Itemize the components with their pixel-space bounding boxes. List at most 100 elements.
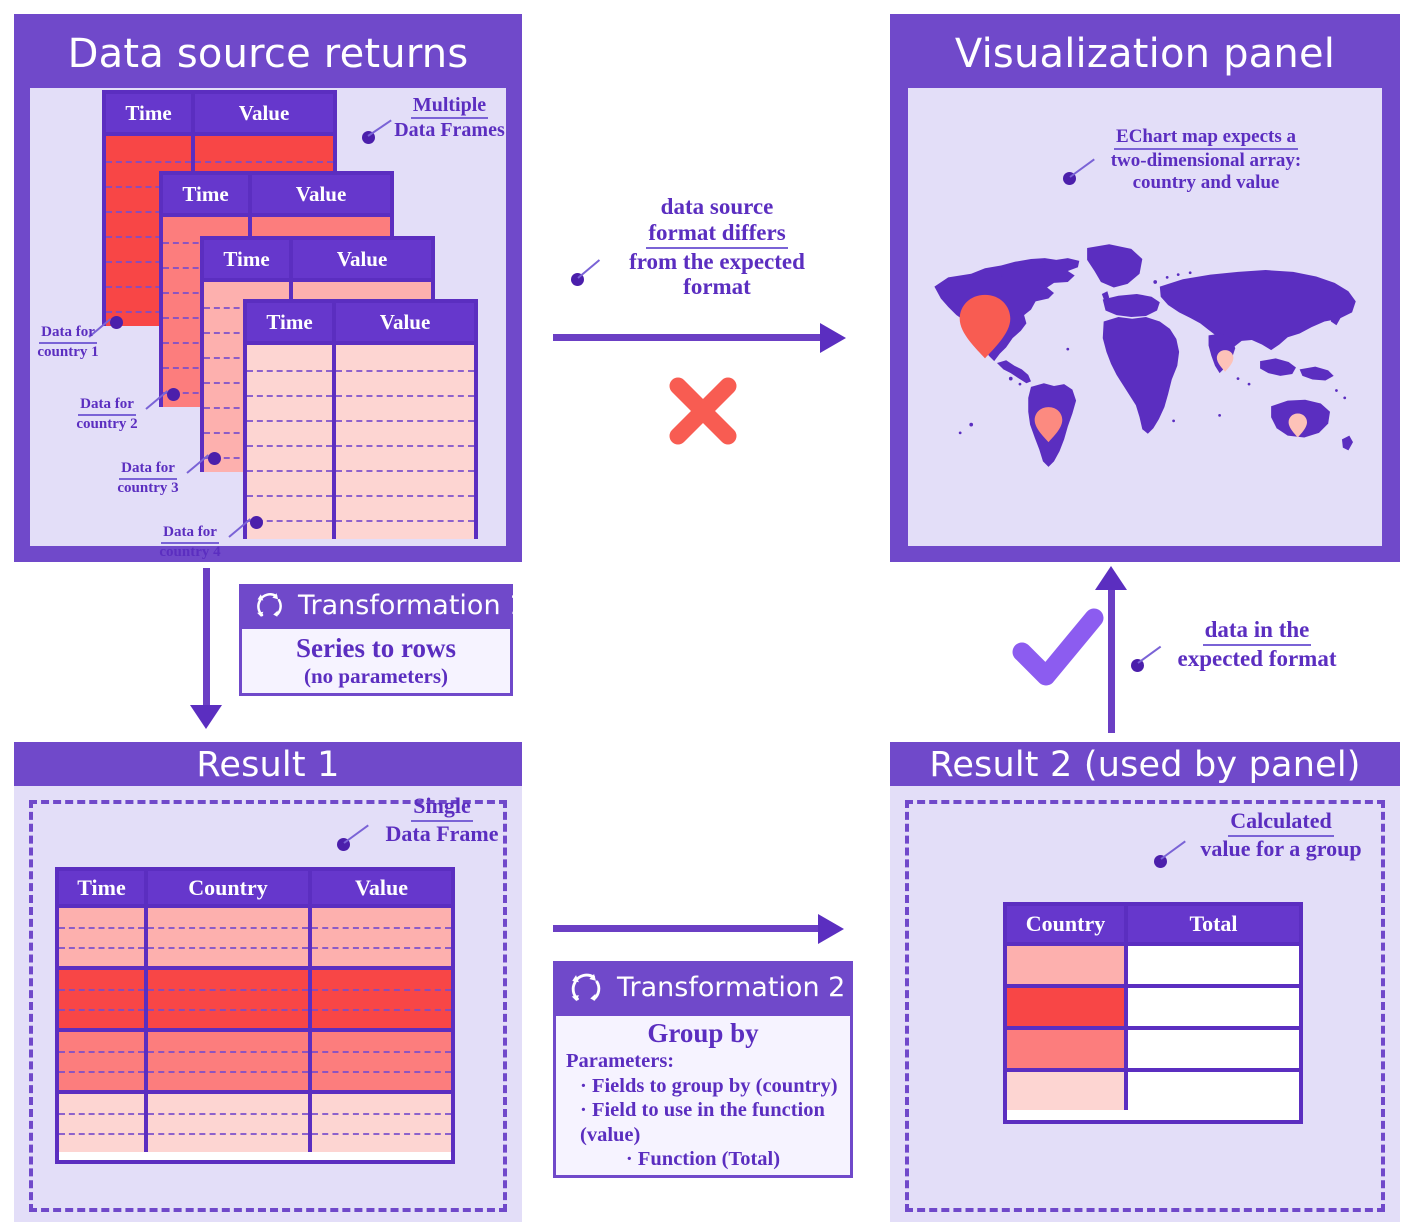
table-row (1007, 984, 1299, 1026)
callout-calculated-value: Calculated value for a group (1176, 808, 1386, 861)
callout-line-1: data source (660, 194, 774, 219)
frame-label-line-1: Data for (39, 324, 97, 344)
panel-data-source: Data source returns Time Value Time Valu… (14, 14, 522, 562)
arrow-left-shaft (203, 568, 210, 708)
table-cell (308, 970, 451, 1028)
callout-line-2: format differs (646, 220, 788, 249)
arrow-left-head (190, 705, 222, 729)
transformation-params-note: (no parameters) (303, 664, 449, 689)
frame-label-line-2: country 2 (76, 415, 138, 432)
transformation-name: Group by (647, 1018, 759, 1048)
table-cell-total (1124, 1072, 1299, 1110)
table-cell (247, 345, 332, 539)
frame-label-line-1: Data for (78, 396, 136, 416)
column-header-value: Value (191, 94, 333, 132)
world-map-svg (934, 244, 1356, 467)
table-cell (144, 1094, 308, 1152)
arrow-top-head (820, 323, 846, 353)
table-cell (59, 1032, 144, 1090)
callout-multiple-data-frames: Multiple Data Frames (382, 94, 517, 142)
table-cell (59, 970, 144, 1028)
data-frame-4-header: Time Value (247, 303, 474, 341)
arrow-top-shaft (553, 334, 823, 341)
table-cell (144, 970, 308, 1028)
callout-single-data-frame: Single Data Frame (358, 793, 526, 846)
transformation-card-1-title: Transformation 1 (298, 590, 527, 621)
callout-line-1: Multiple (410, 94, 489, 120)
frame-label-country-1: Data for country 1 (32, 324, 104, 361)
transformation-card-2-header: Transformation 2 (553, 961, 853, 1016)
transformation-name: Series to rows (296, 633, 456, 663)
transformation-card-1-body: Series to rows (no parameters) (239, 629, 513, 696)
callout-line-3: country and value (1132, 171, 1280, 193)
column-header-country: Country (1025, 911, 1106, 936)
column-header-time: Time (77, 874, 126, 900)
callout-format-differs: data source format differs from the expe… (592, 194, 842, 300)
panel-visualization-body: EChart map expects a two-dimensional arr… (908, 88, 1382, 546)
frame-label-line-2: country 3 (117, 479, 179, 496)
table-row (59, 904, 451, 966)
callout-line-2: value for a group (1200, 835, 1362, 861)
table-cell (308, 1094, 451, 1152)
data-frame-3-header: Time Value (204, 240, 431, 278)
table-cell (308, 1032, 451, 1090)
transformation-card-2: Transformation 2 Group by Parameters: · … (553, 961, 853, 1178)
panel-data-source-title: Data source returns (67, 31, 469, 77)
frame-label-country-4: Data for country 4 (152, 524, 228, 561)
callout-line-2: Data Frame (385, 820, 499, 846)
column-header-total: Total (1124, 906, 1299, 942)
callout-line-2: two-dimensional array: (1110, 150, 1302, 172)
table-row (59, 1028, 451, 1090)
panel-result-2: Result 2 (used by panel) Calculated valu… (890, 742, 1400, 1222)
column-header-country: Country (144, 871, 308, 904)
data-frame-4: Time Value (243, 299, 478, 539)
panel-result-1-title: Result 1 (196, 745, 340, 785)
result-1-table-header: Time Country Value (59, 871, 451, 904)
transformation-card-2-title: Transformation 2 (617, 972, 846, 1003)
param-item: · Field to use in the function (580, 1099, 825, 1122)
table-cell (144, 1032, 308, 1090)
arrow-right-head (1095, 566, 1127, 590)
sync-icon (567, 969, 605, 1007)
callout-echart-expectation: EChart map expects a two-dimensional arr… (1086, 126, 1326, 193)
frame-label-line-1: Data for (119, 460, 177, 480)
transformation-card-1-header: Transformation 1 (239, 584, 526, 629)
arrow-bottom-head (818, 914, 844, 944)
callout-line-1: data in the (1202, 617, 1312, 646)
callout-line-2: Data Frames (394, 119, 505, 142)
callout-line-1: Single (411, 793, 473, 822)
data-frame-1-header: Time Value (106, 94, 333, 132)
panel-result-1: Result 1 Single Data Frame Time Country … (14, 742, 522, 1222)
diagram-canvas: Data source returns Time Value Time Valu… (0, 0, 1416, 1232)
params-header: Parameters: (566, 1050, 675, 1073)
table-cell-total (1124, 946, 1299, 984)
table-cell-country (1007, 988, 1124, 1026)
callout-line-1: Calculated (1228, 808, 1334, 837)
table-row (1007, 942, 1299, 984)
arrow-right-shaft (1108, 585, 1115, 733)
cross-icon (664, 372, 742, 455)
result-1-table: Time Country Value (55, 867, 455, 1164)
table-cell (144, 908, 308, 966)
result-2-table-header: Country Total (1007, 906, 1299, 942)
table-row (1007, 1026, 1299, 1068)
column-header-time: Time (247, 303, 332, 341)
column-header-time: Time (106, 94, 191, 132)
column-header-time: Time (204, 240, 289, 278)
frame-label-line-1: Data for (161, 524, 219, 544)
frame-label-country-2: Data for country 2 (71, 396, 143, 433)
table-cell (332, 345, 474, 539)
table-row (59, 966, 451, 1028)
frame-label-dot-1 (110, 316, 123, 329)
frame-label-country-3: Data for country 3 (110, 460, 186, 497)
panel-result-2-title: Result 2 (used by panel) (929, 745, 1361, 785)
column-header-value: Value (332, 303, 474, 341)
table-cell-country (1007, 946, 1124, 984)
callout-line-3: from the expected (629, 248, 805, 274)
param-item: · Fields to group by (country) (580, 1074, 838, 1097)
table-cell (308, 908, 451, 966)
table-row (1007, 1068, 1299, 1110)
table-cell-country (1007, 1072, 1124, 1110)
table-row (59, 1090, 451, 1152)
panel-visualization-title: Visualization panel (954, 31, 1336, 77)
